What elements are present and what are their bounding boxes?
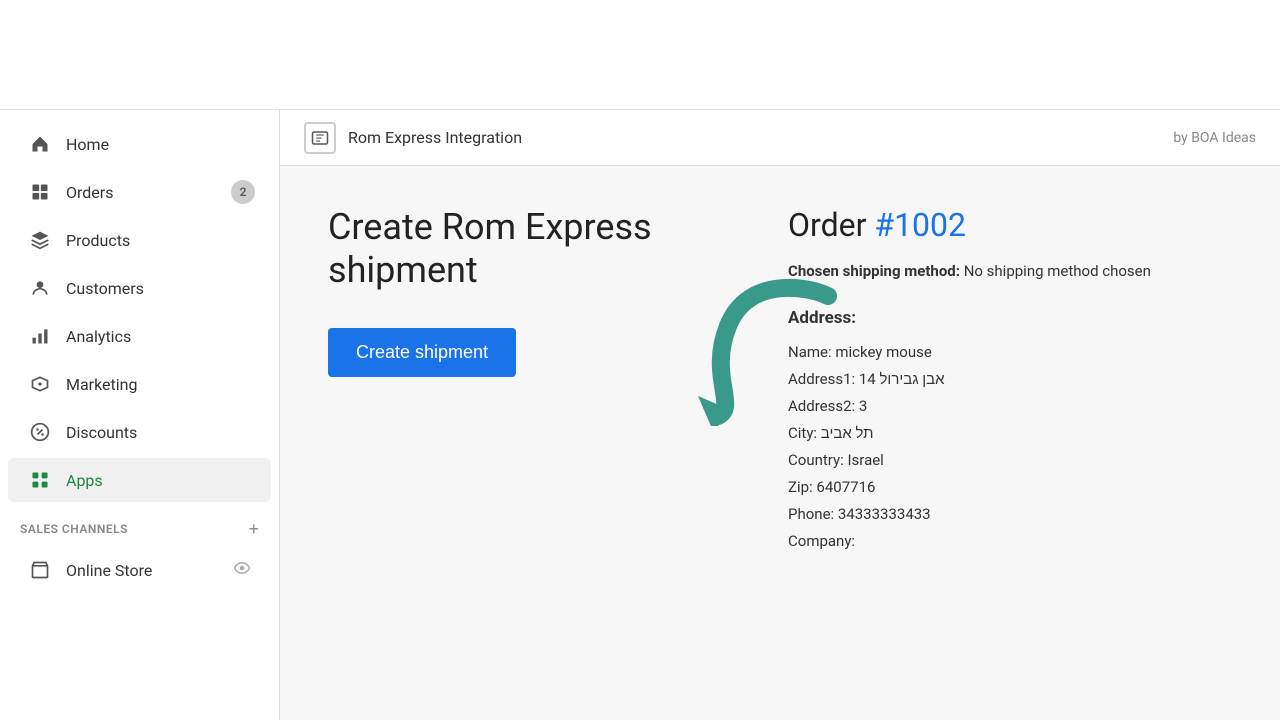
order-label: Order [788,206,874,244]
app-header-title: Rom Express Integration [348,128,522,147]
address-section: Address: Name: mickey mouse Address1: אב… [788,303,1232,556]
content-area: Rom Express Integration by BOA Ideas Cre… [280,110,1280,720]
store-icon [28,558,52,582]
address-name: Name: mickey mouse [788,339,1232,366]
order-number: #1002 [874,206,966,244]
online-store-label: Online Store [66,561,152,580]
sales-channels-header: SALES CHANNELS + [0,504,279,546]
app-header-byline: by BOA Ideas [1173,130,1256,146]
main-content: Create Rom Express shipment Create shipm… [280,166,1280,720]
left-panel: Create Rom Express shipment Create shipm… [328,206,708,680]
address-company: Company: [788,528,1232,555]
sidebar-item-orders[interactable]: Orders 2 [8,170,271,214]
address-line1: Address1: אבן גבירול 14 [788,366,1232,393]
sidebar-item-discounts-label: Discounts [66,423,137,442]
create-shipment-button[interactable]: Create shipment [328,328,516,377]
sidebar-item-marketing-label: Marketing [66,375,137,394]
shipping-method: Chosen shipping method: No shipping meth… [788,260,1232,283]
sidebar-item-apps-label: Apps [66,471,103,490]
address-country: Country: Israel [788,447,1232,474]
sidebar-item-analytics[interactable]: Analytics [8,314,271,358]
sidebar-item-products-label: Products [66,231,130,250]
sidebar-item-customers[interactable]: Customers [8,266,271,310]
sidebar-item-customers-label: Customers [66,279,144,298]
sidebar-item-products[interactable]: Products [8,218,271,262]
eye-icon[interactable] [233,559,251,581]
top-bar [0,0,1280,110]
home-icon [28,132,52,156]
address-phone: Phone: 34333333433 [788,501,1232,528]
sidebar-item-analytics-label: Analytics [66,327,131,346]
analytics-icon [28,324,52,348]
sidebar-item-orders-label: Orders [66,183,113,202]
sales-channels-label: SALES CHANNELS [20,522,128,536]
sidebar-item-home[interactable]: Home [8,122,271,166]
customers-icon [28,276,52,300]
sidebar: Home Orders 2 [0,110,280,720]
add-sales-channel-button[interactable]: + [248,520,259,538]
online-store-left: Online Store [28,558,152,582]
rom-express-icon [304,122,336,154]
app-header: Rom Express Integration by BOA Ideas [280,110,1280,166]
app-header-left: Rom Express Integration [304,122,522,154]
arrow-decoration [648,266,848,426]
order-title: Order #1002 [788,206,1232,244]
products-icon [28,228,52,252]
discounts-icon [28,420,52,444]
main-area: Home Orders 2 [0,110,1280,720]
apps-icon [28,468,52,492]
sidebar-item-home-label: Home [66,135,109,154]
address-city: City: תל אביב [788,420,1232,447]
shipping-method-value: No shipping method chosen [964,262,1151,280]
right-panel: Order #1002 Chosen shipping method: No s… [788,206,1232,680]
sidebar-item-online-store[interactable]: Online Store [8,548,271,592]
address-label: Address: [788,303,1232,334]
orders-icon [28,180,52,204]
sidebar-item-apps[interactable]: Apps [8,458,271,502]
address-line2: Address2: 3 [788,393,1232,420]
address-zip: Zip: 6407716 [788,474,1232,501]
marketing-icon [28,372,52,396]
sidebar-item-marketing[interactable]: Marketing [8,362,271,406]
orders-badge: 2 [231,180,255,204]
sidebar-item-discounts[interactable]: Discounts [8,410,271,454]
